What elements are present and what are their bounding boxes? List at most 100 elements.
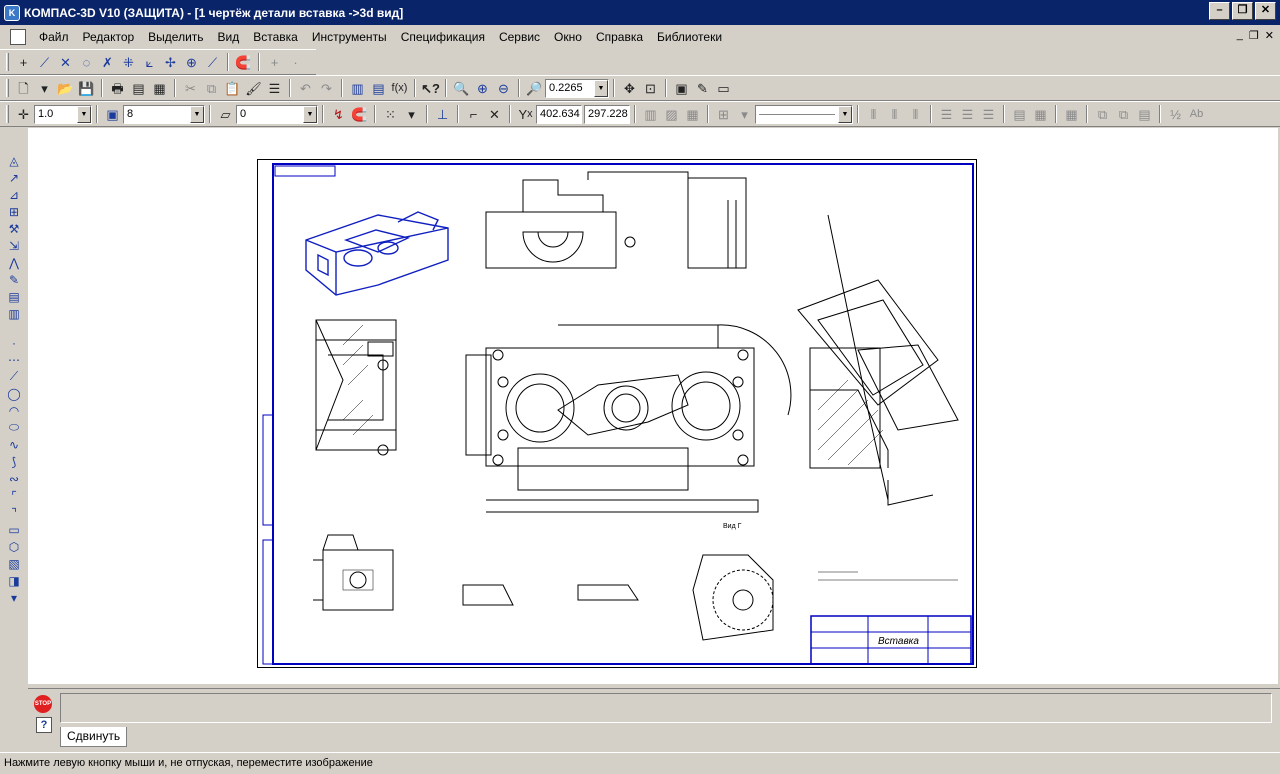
copy-props-icon[interactable]: ⧉ xyxy=(1092,104,1113,124)
menu-view[interactable]: Вид xyxy=(211,26,247,48)
parametric-icon[interactable]: ✕ xyxy=(484,104,505,124)
menu-file[interactable]: Файл xyxy=(32,26,76,48)
properties-brush-icon[interactable]: 🖌 xyxy=(243,78,264,98)
menu-window[interactable]: Окно xyxy=(547,26,589,48)
line-style-combo[interactable]: ▼ xyxy=(755,104,853,124)
print-icon[interactable]: 🖶 xyxy=(107,78,128,98)
zoom-out-icon[interactable]: ⊖ xyxy=(493,78,514,98)
fillet-icon[interactable]: ⌜ xyxy=(3,487,25,504)
toolbar-grip[interactable] xyxy=(6,105,9,123)
select-icon[interactable]: ⋀ xyxy=(3,254,25,271)
mdi-minimize-icon[interactable]: _ xyxy=(1237,29,1243,42)
manager-icon[interactable]: ▦ xyxy=(149,78,170,98)
circle-icon[interactable]: ◯ xyxy=(3,385,25,402)
menu-tools[interactable]: Инструменты xyxy=(305,26,394,48)
snap-point-on-curve-icon[interactable]: ⟋ xyxy=(202,52,223,72)
snap-point-icon[interactable]: + xyxy=(13,52,34,72)
reports-icon[interactable]: ▥ xyxy=(3,305,25,322)
arc-icon[interactable]: ◠ xyxy=(3,402,25,419)
variables-icon[interactable]: ▤ xyxy=(368,78,389,98)
table-grid-icon[interactable]: ▦ xyxy=(1061,104,1082,124)
snap-nearest-icon[interactable]: ⟋ xyxy=(34,52,55,72)
snap-tangent-icon[interactable]: ◌ xyxy=(76,52,97,72)
ellipse-icon[interactable]: ⬭ xyxy=(3,419,25,436)
associative-view-icon[interactable]: ✎ xyxy=(3,271,25,288)
command-help-button[interactable]: ? xyxy=(36,717,52,733)
open-folder-icon[interactable]: 📂 xyxy=(55,78,76,98)
snap-center-icon[interactable]: ⊕ xyxy=(181,52,202,72)
fill-icon[interactable]: ◨ xyxy=(3,572,25,589)
contour-icon[interactable]: ⬡ xyxy=(3,538,25,555)
ortho-icon[interactable]: ⌐ xyxy=(463,104,484,124)
toolbar-grip[interactable] xyxy=(6,53,9,71)
menu-service[interactable]: Сервис xyxy=(492,26,547,48)
hatch-edit-icon[interactable]: ✎ xyxy=(692,78,713,98)
show-all-icon[interactable]: ⊡ xyxy=(640,78,661,98)
menu-libraries[interactable]: Библиотеки xyxy=(650,26,729,48)
magnet-snap-icon[interactable]: 🧲 xyxy=(233,52,254,72)
coord-y-field[interactable]: 297.228 xyxy=(584,104,630,124)
chevron-down-icon[interactable]: ▼ xyxy=(190,105,204,123)
snap-settings-icon[interactable]: ↯ xyxy=(328,104,349,124)
new-document-icon[interactable]: 🗋 xyxy=(13,78,34,98)
point-icon[interactable]: · xyxy=(3,334,25,351)
chamfer-icon[interactable]: ⌝ xyxy=(3,504,25,521)
chevron-down-icon[interactable]: ▼ xyxy=(77,105,91,123)
distribute-h-icon[interactable]: ☰ xyxy=(936,104,957,124)
cells-merge-icon[interactable]: ▦ xyxy=(1030,104,1051,124)
style-hatch-icon[interactable]: ▨ xyxy=(661,104,682,124)
text-style-icon[interactable]: Ab xyxy=(1186,104,1207,124)
zoom-in-icon[interactable]: ⊕ xyxy=(472,78,493,98)
menu-editor[interactable]: Редактор xyxy=(76,26,142,48)
local-cs-icon[interactable]: ⊥ xyxy=(432,104,453,124)
redraw-icon[interactable]: ▭ xyxy=(713,78,734,98)
mdi-close-icon[interactable]: ✕ xyxy=(1265,29,1274,42)
bezier-icon[interactable]: ∾ xyxy=(3,470,25,487)
print-preview-icon[interactable]: ▤ xyxy=(128,78,149,98)
grid-icon[interactable]: ⁙ xyxy=(380,104,401,124)
menu-insert[interactable]: Вставка xyxy=(246,26,305,48)
style-line-icon[interactable]: ▥ xyxy=(640,104,661,124)
coordinates-icon[interactable]: Yx xyxy=(515,104,536,124)
mdi-restore-icon[interactable]: ❐ xyxy=(1249,29,1259,42)
zoom-combo[interactable]: 0.2265 ▼ xyxy=(545,78,609,98)
step-combo[interactable]: 1.0 ▼ xyxy=(34,104,92,124)
layers-icon[interactable]: ▣ xyxy=(671,78,692,98)
distribute-icon[interactable]: ☰ xyxy=(978,104,999,124)
spline-icon[interactable]: ∿ xyxy=(3,436,25,453)
style-text-icon[interactable]: ▦ xyxy=(682,104,703,124)
align-center-icon[interactable]: ⫴ xyxy=(884,104,905,124)
align-right-icon[interactable]: ⫴ xyxy=(905,104,926,124)
close-button[interactable]: ✕ xyxy=(1255,2,1276,20)
properties-icon[interactable]: ☰ xyxy=(264,78,285,98)
parametrization-icon[interactable]: ⚒ xyxy=(3,220,25,237)
view-combo[interactable]: 0 ▼ xyxy=(236,104,318,124)
copy-icon[interactable]: ⧉ xyxy=(201,78,222,98)
pan-move-icon[interactable]: ✥ xyxy=(619,78,640,98)
zoom-window-icon[interactable]: 🔍 xyxy=(451,78,472,98)
manager-docs-icon[interactable]: ▥ xyxy=(347,78,368,98)
help-pointer-icon[interactable]: ↖? xyxy=(420,78,441,98)
magnet-icon[interactable]: 🧲 xyxy=(349,104,370,124)
table-icon[interactable]: ⊞ xyxy=(713,104,734,124)
table-dropdown-icon[interactable]: ▾ xyxy=(734,104,755,124)
symbol-icon[interactable]: ▤ xyxy=(1134,104,1155,124)
zoom-scale-icon[interactable]: 🔎 xyxy=(524,78,545,98)
cut-icon[interactable]: ✂ xyxy=(180,78,201,98)
local-snap-icon[interactable]: + xyxy=(264,52,285,72)
snap-intersection-icon[interactable]: ✕ xyxy=(55,52,76,72)
paste-props-icon[interactable]: ⧉ xyxy=(1113,104,1134,124)
restore-button[interactable]: ❐ xyxy=(1232,2,1253,20)
spec-icon[interactable]: ▤ xyxy=(3,288,25,305)
snap-middle-icon[interactable]: ✢ xyxy=(160,52,181,72)
snap-angle-icon[interactable]: ⟀ xyxy=(139,52,160,72)
align-left-icon[interactable]: ⫴ xyxy=(863,104,884,124)
current-view-icon[interactable]: ▱ xyxy=(215,104,236,124)
designations-icon[interactable]: ⊿ xyxy=(3,186,25,203)
grid-dropdown-icon[interactable]: ▾ xyxy=(401,104,422,124)
special-char-icon[interactable]: ½ xyxy=(1165,104,1186,124)
layer-combo[interactable]: 8 ▼ xyxy=(123,104,205,124)
segment-icon[interactable]: ⟋ xyxy=(3,368,25,385)
function-icon[interactable]: f(x) xyxy=(389,78,410,98)
stop-command-button[interactable]: STOP xyxy=(34,695,52,713)
